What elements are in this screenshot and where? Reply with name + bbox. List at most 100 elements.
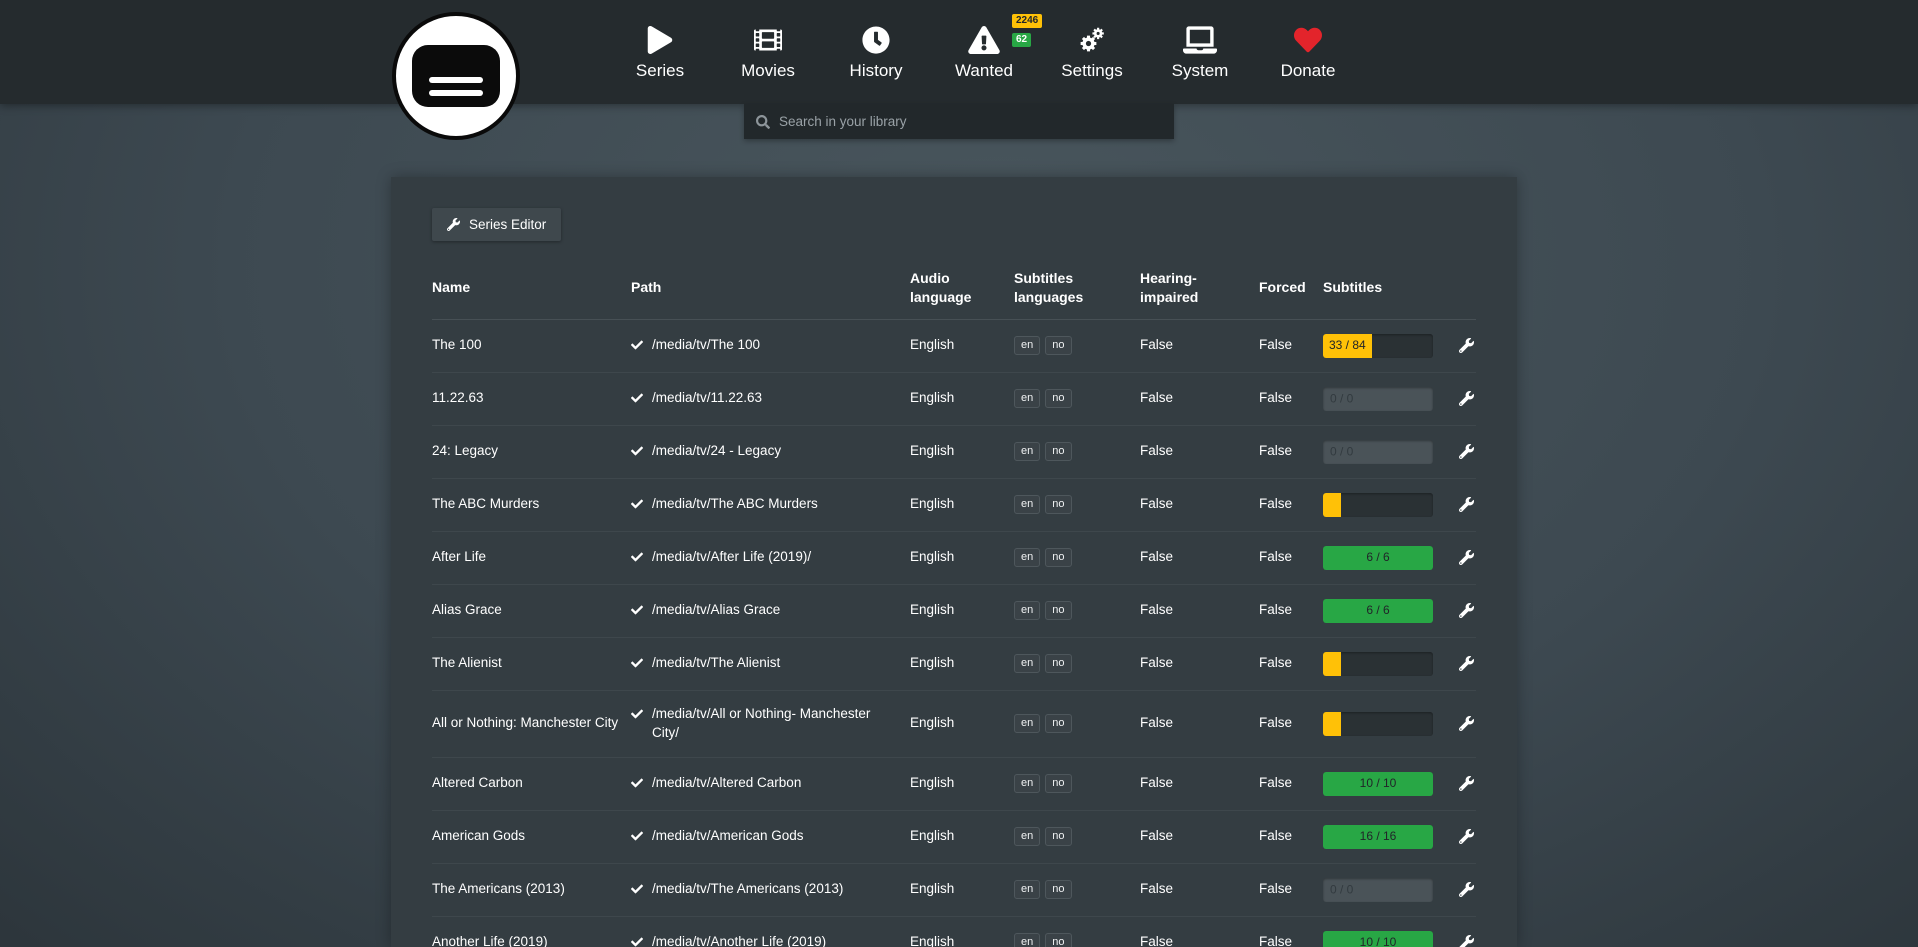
- edit-series-wrench-icon[interactable]: [1459, 656, 1474, 671]
- edit-series-wrench-icon[interactable]: [1459, 829, 1474, 844]
- subtitle-language-chip: no: [1045, 933, 1071, 947]
- series-name[interactable]: Altered Carbon: [432, 774, 631, 793]
- subtitles-progress-fill: 6 / 6: [1323, 546, 1433, 570]
- subtitle-language-chip: en: [1014, 389, 1040, 408]
- forced: False: [1259, 714, 1323, 733]
- edit-series-wrench-icon[interactable]: [1459, 716, 1474, 731]
- subtitle-language-chip: en: [1014, 336, 1040, 355]
- edit-series-wrench-icon[interactable]: [1459, 935, 1474, 947]
- series-table-body: The 100 /media/tv/The 100 English enno F…: [432, 320, 1476, 947]
- nav-item-history[interactable]: History: [822, 0, 930, 104]
- nav-item-wanted[interactable]: Wanted 224662: [930, 0, 1038, 104]
- subtitle-language-chip: en: [1014, 880, 1040, 899]
- column-header-path: Path: [631, 278, 910, 297]
- subtitle-language-chip: no: [1045, 442, 1071, 461]
- main-nav: Series Movies History Wanted 224662 Sett…: [606, 0, 1362, 104]
- series-path: /media/tv/Altered Carbon: [652, 774, 801, 793]
- series-name[interactable]: The ABC Murders: [432, 495, 631, 514]
- edit-series-wrench-icon[interactable]: [1459, 882, 1474, 897]
- column-header-forced: Forced: [1259, 278, 1323, 297]
- edit-series-wrench-icon[interactable]: [1459, 338, 1474, 353]
- subtitles-languages: enno: [1014, 880, 1140, 899]
- nav-label: Movies: [741, 61, 795, 81]
- audio-language: English: [910, 654, 1014, 673]
- forced: False: [1259, 336, 1323, 355]
- series-editor-button[interactable]: Series Editor: [432, 208, 561, 241]
- audio-language: English: [910, 495, 1014, 514]
- subtitle-language-chip: en: [1014, 714, 1040, 733]
- nav-item-settings[interactable]: Settings: [1038, 0, 1146, 104]
- subtitle-language-chip: en: [1014, 933, 1040, 947]
- subtitles-progress-fill: [1323, 493, 1341, 517]
- subtitles-progress-fill: 10 / 10: [1323, 931, 1433, 947]
- edit-series-wrench-icon[interactable]: [1459, 550, 1474, 565]
- forced: False: [1259, 880, 1323, 899]
- column-header-audio-language: Audio language: [910, 269, 1014, 307]
- subtitle-language-chip: en: [1014, 774, 1040, 793]
- search-input[interactable]: [779, 114, 1162, 129]
- series-path-cell: /media/tv/Alias Grace: [631, 601, 910, 620]
- table-row: Another Life (2019) /media/tv/Another Li…: [432, 917, 1476, 947]
- series-path-cell: /media/tv/24 - Legacy: [631, 442, 910, 461]
- bazarr-logo[interactable]: [392, 12, 520, 140]
- hearing-impaired: False: [1140, 548, 1259, 567]
- table-header-row: Name Path Audio language Subtitles langu…: [432, 263, 1476, 320]
- series-name[interactable]: The Alienist: [432, 654, 631, 673]
- subtitles-languages: enno: [1014, 714, 1140, 733]
- series-path-cell: /media/tv/Altered Carbon: [631, 774, 910, 793]
- wanted-count-badge: 62: [1012, 33, 1031, 47]
- forced: False: [1259, 442, 1323, 461]
- series-name[interactable]: 11.22.63: [432, 389, 631, 408]
- series-name[interactable]: The 100: [432, 336, 631, 355]
- edit-series-wrench-icon[interactable]: [1459, 497, 1474, 512]
- laptop-icon: [1183, 24, 1217, 54]
- nav-item-system[interactable]: System: [1146, 0, 1254, 104]
- series-path: /media/tv/American Gods: [652, 827, 804, 846]
- series-name[interactable]: Alias Grace: [432, 601, 631, 620]
- series-name[interactable]: The Americans (2013): [432, 880, 631, 899]
- nav-item-series[interactable]: Series: [606, 0, 714, 104]
- series-path-cell: /media/tv/The 100: [631, 336, 910, 355]
- subtitle-language-chip: en: [1014, 548, 1040, 567]
- edit-series-wrench-icon[interactable]: [1459, 776, 1474, 791]
- series-name[interactable]: American Gods: [432, 827, 631, 846]
- forced: False: [1259, 495, 1323, 514]
- series-name[interactable]: After Life: [432, 548, 631, 567]
- nav-item-movies[interactable]: Movies: [714, 0, 822, 104]
- check-icon: [631, 339, 643, 351]
- forced: False: [1259, 601, 1323, 620]
- series-name[interactable]: Another Life (2019): [432, 933, 631, 947]
- series-path: /media/tv/The 100: [652, 336, 760, 355]
- clock-icon: [859, 24, 893, 54]
- edit-series-wrench-icon[interactable]: [1459, 444, 1474, 459]
- series-path-cell: /media/tv/The ABC Murders: [631, 495, 910, 514]
- check-icon: [631, 551, 643, 563]
- subtitles-progress-fill: 33 / 84: [1323, 334, 1372, 358]
- series-path: /media/tv/The ABC Murders: [652, 495, 818, 514]
- hearing-impaired: False: [1140, 601, 1259, 620]
- forced: False: [1259, 654, 1323, 673]
- table-row: Altered Carbon /media/tv/Altered Carbon …: [432, 758, 1476, 811]
- series-name[interactable]: All or Nothing: Manchester City: [432, 714, 631, 733]
- edit-series-wrench-icon[interactable]: [1459, 603, 1474, 618]
- logo-subtitle-line: [429, 90, 483, 96]
- series-path: /media/tv/Alias Grace: [652, 601, 780, 620]
- play-icon: [643, 24, 677, 54]
- edit-series-wrench-icon[interactable]: [1459, 391, 1474, 406]
- warning-triangle-icon: [967, 24, 1001, 54]
- nav-label: Donate: [1281, 61, 1336, 81]
- nav-item-donate[interactable]: Donate: [1254, 0, 1362, 104]
- subtitle-language-chip: en: [1014, 601, 1040, 620]
- series-path-cell: /media/tv/Another Life (2019): [631, 933, 910, 947]
- check-icon: [631, 708, 643, 720]
- nav-badges: 224662: [1012, 14, 1042, 47]
- nav-label: System: [1172, 61, 1229, 81]
- subtitles-languages: enno: [1014, 389, 1140, 408]
- search-bar[interactable]: [744, 104, 1174, 139]
- subtitle-language-chip: en: [1014, 495, 1040, 514]
- subtitles-progress: [1323, 652, 1433, 676]
- check-icon: [631, 604, 643, 616]
- series-name[interactable]: 24: Legacy: [432, 442, 631, 461]
- forced: False: [1259, 774, 1323, 793]
- audio-language: English: [910, 548, 1014, 567]
